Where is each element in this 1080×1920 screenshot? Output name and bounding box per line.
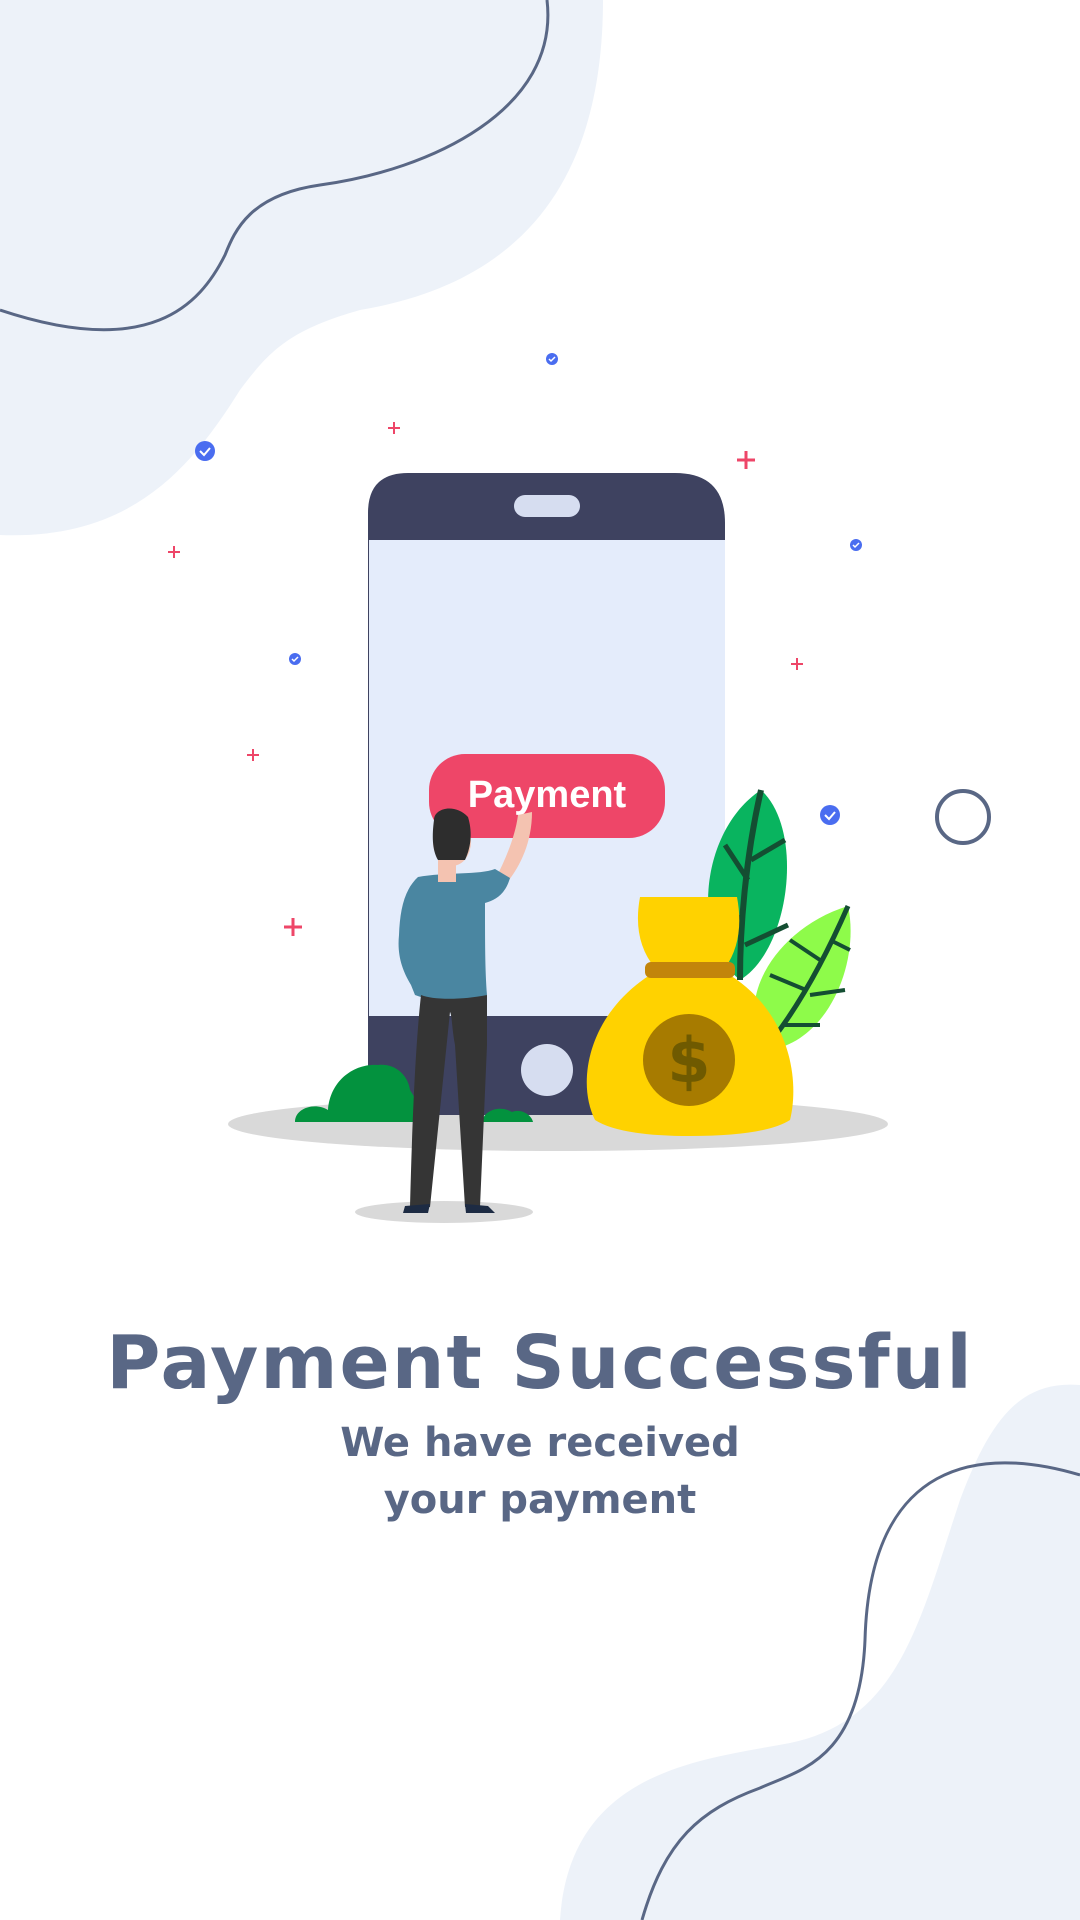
- plus-icon: [284, 918, 302, 936]
- plus-icon: [737, 451, 755, 469]
- payment-button-label: Payment: [468, 774, 627, 816]
- check-circle-icon: [546, 353, 558, 365]
- payment-success-screen: $ Payment Payment Successful We have rec…: [0, 0, 1080, 1920]
- plus-icon: [247, 749, 259, 761]
- plus-icon: [791, 658, 803, 670]
- check-circle-icon: [820, 805, 840, 825]
- top-left-blob: [0, 0, 603, 536]
- page-subtitle: We have received your payment: [340, 1420, 740, 1523]
- svg-text:$: $: [667, 1024, 710, 1097]
- page-title: Payment Successful: [106, 1320, 974, 1406]
- check-circle-icon: [195, 441, 215, 461]
- plus-icon: [168, 546, 180, 558]
- check-circle-icon: [289, 653, 301, 665]
- person-shadow: [355, 1201, 533, 1223]
- check-circle-icon: [850, 539, 862, 551]
- payment-illustration: $ Payment: [0, 0, 1080, 1920]
- plus-icon: [388, 422, 400, 434]
- ring-icon: [935, 789, 991, 845]
